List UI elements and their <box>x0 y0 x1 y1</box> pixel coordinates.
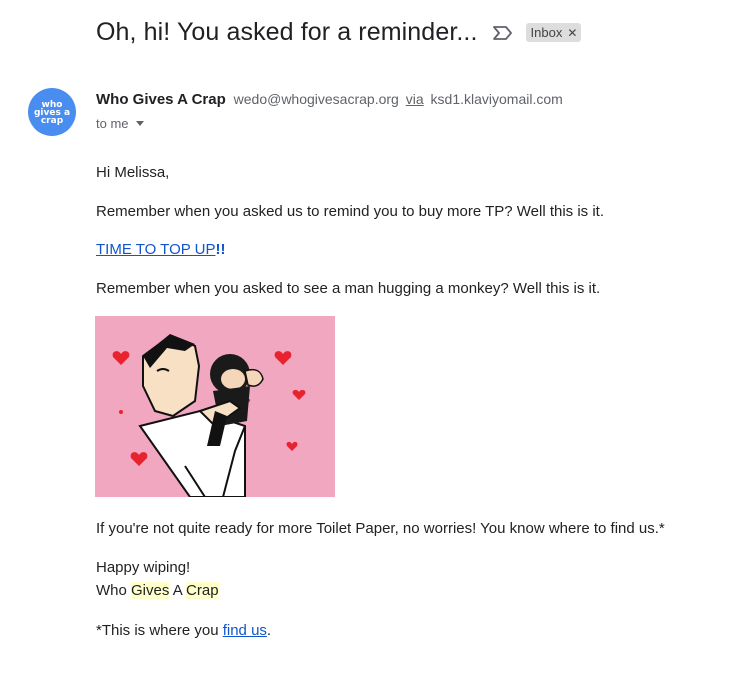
avatar-logo: who gives a crap <box>34 100 70 126</box>
email-subject: Oh, hi! You asked for a reminder... <box>96 18 478 46</box>
find-us-link[interactable]: find us <box>223 622 267 639</box>
recipients-row[interactable]: to me <box>96 116 144 131</box>
recipient-details-dropdown-icon[interactable] <box>135 121 144 126</box>
footnote-prefix: *This is where you <box>96 622 223 639</box>
via-link[interactable]: via <box>406 91 424 107</box>
inbox-label-text: Inbox <box>530 25 563 40</box>
via-domain: ksd1.klaviyomail.com <box>430 91 563 107</box>
signoff: Happy wiping! <box>96 559 191 576</box>
sender-avatar[interactable]: who gives a crap <box>28 88 76 136</box>
time-to-top-up-link[interactable]: TIME TO TOP UP <box>96 241 215 258</box>
signature-highlight-gives: Gives <box>131 582 170 599</box>
signature-part-3: A <box>169 582 187 599</box>
remove-label-icon[interactable]: ✕ <box>567 26 577 40</box>
subject-row: Oh, hi! You asked for a reminder... Inbo… <box>96 18 582 47</box>
footnote: *This is where you find us. <box>96 622 271 639</box>
inbox-label-chip[interactable]: Inbox ✕ <box>525 23 582 42</box>
body-paragraph-3: If you're not quite ready for more Toile… <box>96 520 665 537</box>
man-hugging-monkey-gif <box>95 316 335 497</box>
recipients-text: to me <box>96 116 129 131</box>
avatar-text-line-3: crap <box>41 116 64 126</box>
sender-row: Who Gives A Crap wedo@whogivesacrap.org … <box>96 91 563 108</box>
sender-name[interactable]: Who Gives A Crap <box>96 91 226 108</box>
body-paragraph-1: Remember when you asked us to remind you… <box>96 203 605 220</box>
signature-highlight-crap: Crap <box>186 582 219 599</box>
cta-line: TIME TO TOP UP!! <box>96 241 225 258</box>
importance-marker-icon[interactable] <box>492 25 514 41</box>
greeting: Hi Melissa, <box>96 164 170 181</box>
body-paragraph-2: Remember when you asked to see a man hug… <box>96 280 601 297</box>
footnote-suffix: . <box>266 622 272 639</box>
signature-part-1: Who <box>96 582 132 599</box>
cta-suffix: !! <box>215 241 226 258</box>
sender-email: wedo@whogivesacrap.org <box>233 91 399 107</box>
signature: Who Gives A Crap <box>96 582 219 599</box>
